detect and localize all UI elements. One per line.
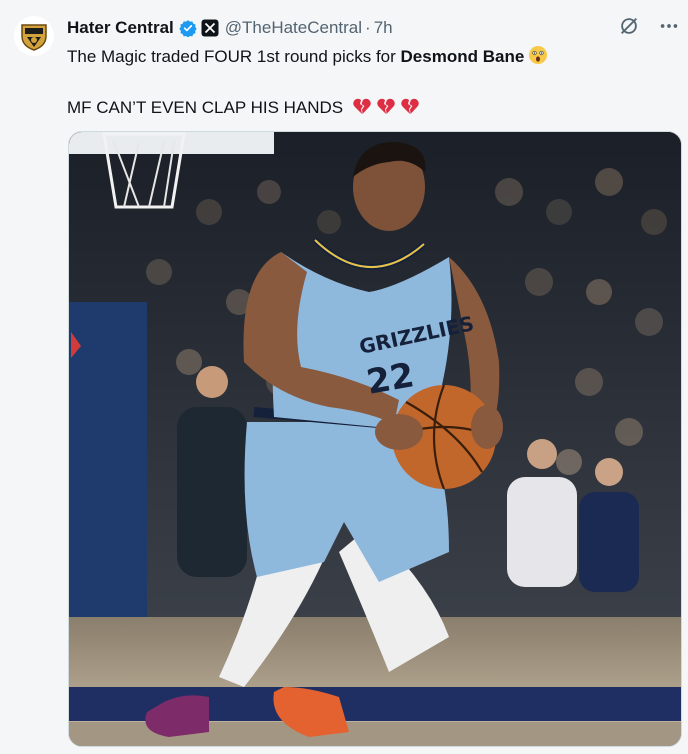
tweet-actions (618, 15, 680, 37)
timestamp[interactable]: 7h (374, 18, 393, 38)
tweet-header: Hater Central @TheHateCentral · 7h (67, 17, 676, 39)
broken-heart-emoji (352, 96, 372, 123)
jersey-number-text: 22 (364, 355, 418, 403)
more-dots-icon[interactable] (658, 15, 680, 37)
avatar[interactable] (14, 16, 54, 56)
verified-badge-icon[interactable] (179, 19, 197, 37)
tweet-text: The Magic traded FOUR 1st round picks fo… (67, 45, 668, 123)
broken-heart-emoji (400, 96, 420, 123)
broken-heart-emoji (376, 96, 396, 123)
text-prefix: The Magic traded FOUR 1st round picks fo… (67, 47, 401, 66)
basketball-player-photo: GRIZZLIES 22 (69, 132, 681, 746)
separator: · (365, 18, 371, 37)
tweet-line-1: The Magic traded FOUR 1st round picks fo… (67, 45, 668, 72)
grok-icon[interactable] (618, 15, 640, 37)
astonished-face-emoji (528, 45, 548, 72)
shield-crest-avatar (21, 24, 47, 51)
text-bold-name: Desmond Bane (400, 47, 525, 66)
tweet-line-2: MF CAN’T EVEN CLAP HIS HANDS (67, 96, 668, 123)
text-line-2: MF CAN’T EVEN CLAP HIS HANDS (67, 98, 344, 117)
handle[interactable]: @TheHateCentral (225, 18, 362, 38)
display-name[interactable]: Hater Central (67, 18, 174, 38)
x-badge-icon[interactable] (201, 19, 219, 37)
tweet-media-photo[interactable]: GRIZZLIES 22 (68, 131, 682, 747)
